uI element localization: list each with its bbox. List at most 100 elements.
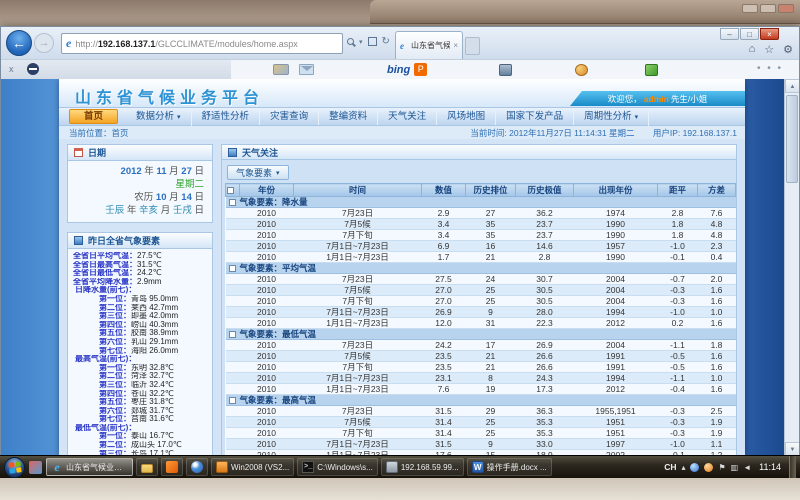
- close-button[interactable]: ×: [760, 28, 779, 40]
- messenger-tray-icon[interactable]: [704, 463, 713, 472]
- element-filter-button[interactable]: 气象要素 ▾: [227, 165, 289, 180]
- taskbar-button-word[interactable]: W操作手册.docx ...: [467, 458, 552, 476]
- content-area: 日期 2012 年 11 月 27 日星期二农历 10 月 14 日壬辰 年 辛…: [59, 139, 745, 456]
- taskbar-button-chrome[interactable]: [186, 458, 208, 476]
- chevron-down-icon: ▾: [276, 169, 280, 177]
- bing-logo[interactable]: bing P: [387, 63, 427, 76]
- tray-up-arrow-icon[interactable]: ▴: [681, 463, 685, 472]
- nav-item-整编资料[interactable]: 整编资料: [319, 108, 378, 125]
- cell: 21: [466, 362, 516, 373]
- column-header: 方差: [698, 184, 736, 197]
- checkbox-icon[interactable]: [227, 187, 234, 194]
- taskbar-button-vm[interactable]: Win2008 (VS2...: [211, 458, 294, 476]
- home-icon[interactable]: ⌂: [749, 43, 756, 56]
- cell: 1.1: [698, 439, 736, 450]
- nav-item-首页[interactable]: 首页: [69, 109, 118, 124]
- row-select-cell: [226, 274, 240, 285]
- compatibility-icon[interactable]: [368, 37, 377, 46]
- nav-item-数据分析[interactable]: 数据分析▾: [126, 108, 192, 126]
- rank-value: 乳山 29.1mm: [131, 338, 178, 346]
- forward-button[interactable]: →: [34, 33, 54, 53]
- cell: 2010: [240, 252, 294, 263]
- toolbar-more-icon[interactable]: • • •: [757, 63, 783, 74]
- scroll-up-icon[interactable]: ▲: [785, 79, 799, 93]
- rank-label: 第四位：: [99, 390, 131, 398]
- row-select-cell: [226, 241, 240, 252]
- back-button[interactable]: ←: [6, 30, 32, 56]
- tab-close-icon[interactable]: ×: [453, 41, 458, 50]
- favorites-icon[interactable]: ☆: [764, 43, 774, 56]
- tray-clock[interactable]: 11:14: [759, 462, 781, 472]
- nav-item-风场地图[interactable]: 风场地图: [437, 108, 496, 125]
- background-window-titlebar: [370, 0, 800, 24]
- search-dropdown-icon[interactable]: ▾: [359, 38, 363, 46]
- checkbox-icon[interactable]: [229, 265, 236, 272]
- cell: 17: [466, 340, 516, 351]
- network-icon[interactable]: ▥: [731, 463, 739, 472]
- address-bar[interactable]: e http://192.168.137.1/GLCCLIMATE/module…: [61, 33, 343, 54]
- cell: 31.5: [422, 406, 466, 417]
- show-desktop-button[interactable]: [789, 456, 796, 479]
- rank-label: 第五位：: [99, 398, 131, 406]
- cell: 4.8: [698, 230, 736, 241]
- action-center-flag-icon[interactable]: ⚑: [718, 463, 725, 472]
- rank-label: 第一位：: [99, 432, 131, 440]
- rank-item: 第五位：胶南 38.9mm: [73, 329, 210, 338]
- new-tab-button[interactable]: [465, 37, 480, 55]
- start-button[interactable]: [4, 457, 25, 478]
- rank-label: 第一位：: [99, 295, 131, 303]
- rank-value: 苍山 32.2℃: [131, 390, 174, 398]
- blocked-icon[interactable]: [27, 63, 39, 75]
- cell: 1.6: [698, 318, 736, 329]
- main-panel: 天气关注 气象要素 ▾ 年份时间数值历史排位历史极值出现年份距平方差气象要素：降…: [221, 144, 737, 456]
- tools-gear-icon[interactable]: ⚙: [783, 43, 793, 56]
- row-select-cell: [226, 219, 240, 230]
- cell: 1991: [574, 351, 658, 362]
- stat-label: 全省日最高气温：: [73, 261, 137, 269]
- volume-icon[interactable]: ◄: [743, 463, 751, 472]
- taskbar-button-ie[interactable]: e山东省气候业务平...: [46, 458, 133, 476]
- toolbar-close-icon[interactable]: x: [9, 64, 14, 74]
- page-scrollbar[interactable]: ▲ ▼: [784, 79, 799, 456]
- nav-item-天气关注[interactable]: 天气关注: [378, 108, 437, 125]
- nav-item-舒适性分析[interactable]: 舒适性分析: [192, 108, 261, 125]
- refresh-icon[interactable]: ↻: [382, 36, 390, 47]
- checkbox-icon[interactable]: [229, 397, 236, 404]
- checkbox-icon[interactable]: [229, 199, 236, 206]
- media-icon[interactable]: [499, 64, 512, 76]
- maximize-button[interactable]: □: [740, 28, 759, 40]
- checkbox-icon[interactable]: [229, 331, 236, 338]
- pet-app-icon[interactable]: [575, 64, 588, 76]
- apps-puzzle-icon[interactable]: [645, 64, 658, 76]
- scroll-down-icon[interactable]: ▼: [785, 442, 799, 456]
- cards-icon[interactable]: [273, 64, 289, 75]
- cell: 30.5: [516, 296, 574, 307]
- cell: 26.9: [516, 340, 574, 351]
- row-select-cell: [226, 351, 240, 362]
- taskbar-button-rdp[interactable]: 192.168.59.99...: [381, 458, 464, 476]
- nav-item-周期性分析[interactable]: 周期性分析▾: [574, 108, 649, 126]
- taskbar: e山东省气候业务平... Win2008 (VS2...>_C:\Windows\…: [0, 455, 800, 478]
- search-icon[interactable]: [347, 38, 354, 45]
- language-indicator[interactable]: CH: [664, 462, 676, 472]
- taskbar-buttons: e山东省气候业务平... Win2008 (VS2...>_C:\Windows\…: [46, 458, 660, 476]
- stat-value: 27.5℃: [137, 252, 162, 260]
- cell: -0.3: [658, 285, 698, 296]
- taskbar-button-folder[interactable]: [136, 458, 158, 476]
- security-tray-icon[interactable]: [690, 463, 699, 472]
- nav-item-灾害查询[interactable]: 灾害查询: [260, 108, 319, 125]
- taskbar-button-media[interactable]: [161, 458, 183, 476]
- screen: – □ × ← → e http://192.168.137.1/GLCCLIM…: [0, 0, 800, 500]
- browser-tab[interactable]: e 山东省气候业务平... ×: [395, 31, 463, 59]
- cell: 36.3: [516, 406, 574, 417]
- mail-icon[interactable]: [299, 64, 314, 75]
- minimize-button[interactable]: –: [720, 28, 739, 40]
- pinned-app-icon[interactable]: [29, 461, 42, 474]
- rank-label: 第六位：: [99, 338, 131, 346]
- taskbar-button-cmd[interactable]: >_C:\Windows\s...: [297, 458, 378, 476]
- table-row: 20107月1日~7月23日6.91614.61957-1.02.3: [226, 241, 736, 252]
- cell: 2010: [240, 406, 294, 417]
- cell: 16: [466, 241, 516, 252]
- scrollbar-thumb[interactable]: [786, 95, 798, 183]
- nav-item-国家下发产品[interactable]: 国家下发产品: [496, 108, 574, 125]
